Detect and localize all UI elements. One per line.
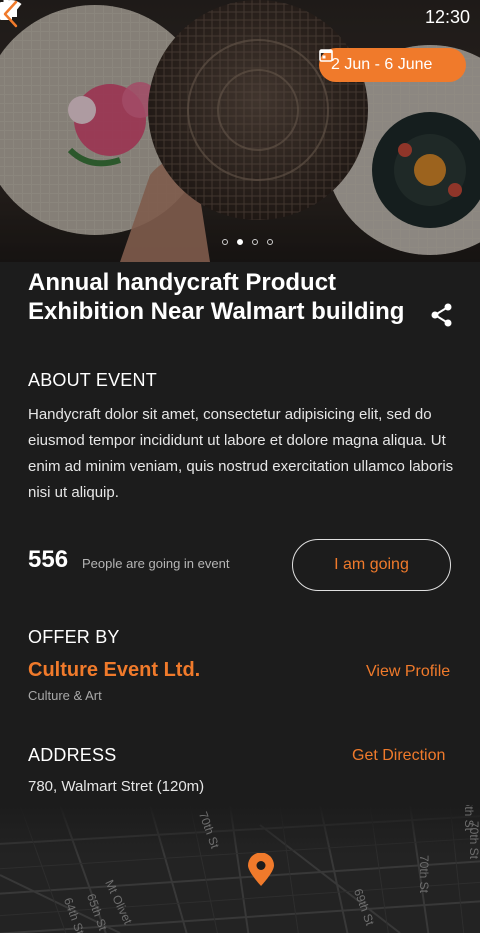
date-range-text: 2 Jun - 6 June xyxy=(331,56,433,73)
organizer-name[interactable]: Culture Event Ltd. xyxy=(28,659,200,682)
view-profile-link[interactable]: View Profile xyxy=(366,663,450,681)
carousel-dot-active[interactable] xyxy=(237,239,243,245)
back-arrow-icon[interactable] xyxy=(0,0,24,28)
get-direction-link[interactable]: Get Direction xyxy=(352,747,445,765)
attendee-count: 556 xyxy=(28,546,69,573)
hero-photo-illustration xyxy=(0,0,480,262)
address-text: 780, Walmart Stret (120m) xyxy=(28,778,205,795)
carousel-dot[interactable] xyxy=(222,239,228,245)
map-top-fade xyxy=(0,805,480,855)
attendee-label: People are going in event xyxy=(82,556,230,571)
carousel-dot[interactable] xyxy=(252,239,258,245)
location-map[interactable]: 70th St 70th St 69th St Mt Olivet 65th S… xyxy=(0,805,480,933)
status-bar: 12:30 xyxy=(0,0,480,34)
date-range-badge: 2 Jun - 6 June xyxy=(319,48,466,82)
carousel-dot[interactable] xyxy=(267,239,273,245)
address-heading: ADDRESS xyxy=(28,745,117,765)
carousel-indicator xyxy=(222,239,273,245)
organizer-category: Culture & Art xyxy=(28,688,102,703)
share-icon[interactable] xyxy=(430,302,454,328)
hero-image: 12:30 2 Jun - 6 June xyxy=(0,0,480,262)
calendar-icon xyxy=(319,49,333,62)
i-am-going-button[interactable]: I am going xyxy=(292,539,451,591)
street-label: 76th St xyxy=(462,805,477,832)
about-description: Handycraft dolor sit amet, consectetur a… xyxy=(28,406,454,501)
status-time: 12:30 xyxy=(424,6,470,27)
offer-heading: OFFER BY xyxy=(28,627,120,647)
about-heading: ABOUT EVENT xyxy=(28,370,157,390)
street-label: 70th St xyxy=(417,854,432,894)
location-pin-icon[interactable] xyxy=(247,853,275,887)
event-title: Annual handycraft Product Exhibition Nea… xyxy=(28,269,405,325)
